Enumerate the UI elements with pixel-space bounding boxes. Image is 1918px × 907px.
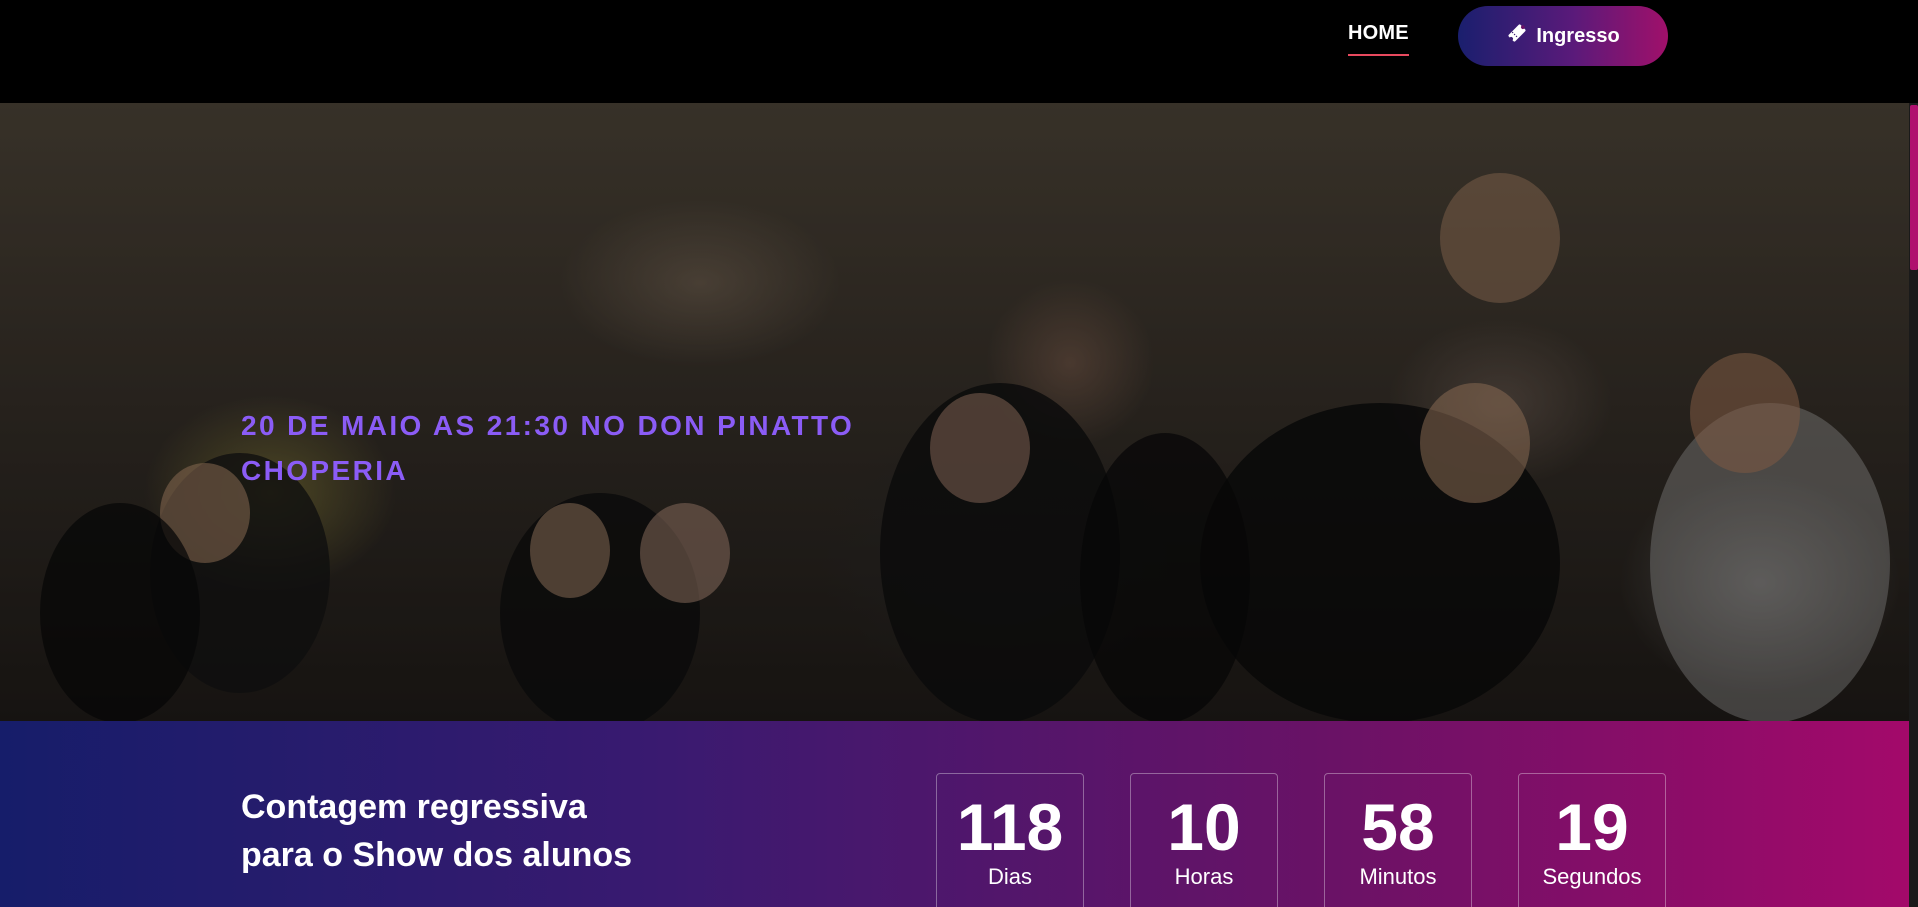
scrollbar-thumb[interactable] <box>1910 105 1918 270</box>
countdown-heading: Contagem regressiva para o Show dos alun… <box>241 788 633 874</box>
countdown-value: 118 <box>956 790 1064 864</box>
countdown-seconds: 19 Segundos <box>1518 773 1666 907</box>
event-date-title: 20 DE MAIO AS 21:30 NO DON PINATTO CHOPE… <box>241 410 855 486</box>
countdown-label: Horas <box>1174 864 1234 889</box>
countdown-label: Minutos <box>1359 864 1437 889</box>
countdown-minutes: 58 Minutos <box>1324 773 1472 907</box>
countdown-label: Segundos <box>1542 864 1642 889</box>
hero-banner: 20 DE MAIO AS 21:30 NO DON PINATTO CHOPE… <box>0 103 1909 721</box>
nav-link-home[interactable]: HOME <box>1348 22 1409 56</box>
ticket-button[interactable]: Ingresso <box>1458 6 1668 66</box>
countdown-hours: 10 Horas <box>1130 773 1278 907</box>
countdown-value: 19 <box>1555 790 1629 864</box>
countdown-days: 118 Dias <box>936 773 1084 907</box>
countdown-value: 10 <box>1167 790 1241 864</box>
countdown-section: Contagem regressiva para o Show dos alun… <box>0 721 1909 907</box>
ticket-button-label: Ingresso <box>1536 24 1620 47</box>
site-header: HOME Ingresso <box>0 0 1918 103</box>
countdown-value: 58 <box>1361 790 1435 864</box>
ticket-icon <box>1506 22 1528 50</box>
countdown-label: Dias <box>987 864 1032 889</box>
